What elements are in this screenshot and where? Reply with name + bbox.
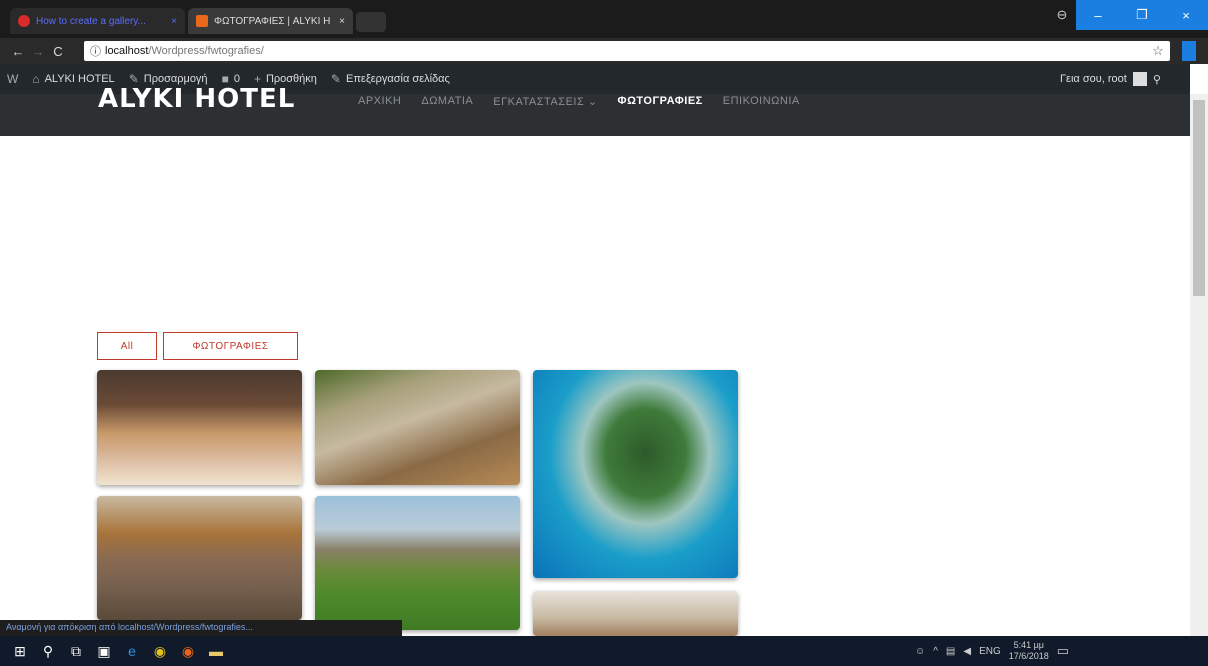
nav-contact[interactable]: ΕΠΙΚΟΙΝΩΝΙΑ [723,95,800,108]
windows-start-icon[interactable]: ⊞ [6,636,34,666]
tab-title: ΦΩΤΟΓΡΑΦΙΕΣ | ALYKI H [214,15,331,27]
browser-status-text: Αναμονή για απόκριση από localhost/Wordp… [0,620,402,636]
admin-search-icon[interactable]: ⚲ [1153,73,1161,86]
nav-home[interactable]: ΑΡΧΙΚΗ [358,95,401,108]
admin-edit-page[interactable]: ✎ Επεξεργασία σελίδας [324,72,457,86]
pencil-icon: ✎ [330,72,341,86]
filter-photos-button[interactable]: ΦΩΤΟΓΡΑΦΙΕΣ [163,332,298,360]
notifications-icon[interactable]: ▭ [1057,643,1069,659]
task-view-icon[interactable]: ⧉ [62,636,90,666]
close-window-button[interactable]: × [1164,0,1208,30]
minimize-button[interactable]: – [1076,0,1120,30]
system-tray: ☺ ^ ▤ ◀ ENG 5:41 μμ 17/6/2018 ▭ [915,636,1069,666]
chrome-icon[interactable]: ◉ [146,636,174,666]
browser-tab[interactable]: How to create a gallery... × [10,8,185,34]
tab-close-icon[interactable]: × [171,16,177,27]
edge-icon[interactable]: e [118,636,146,666]
dashboard-icon: ⌂ [32,72,40,86]
site-logo[interactable]: ALYKI HOTEL [98,84,295,114]
network-icon[interactable]: ▤ [946,646,955,657]
gallery-image-coastal-landscape[interactable] [315,496,520,630]
wp-logo-icon[interactable]: W [0,72,25,86]
store-icon[interactable]: ▣ [90,636,118,666]
site-favicon-icon [196,15,208,27]
language-indicator[interactable]: ENG [979,646,1001,657]
new-tab-button[interactable] [356,12,386,32]
youtube-favicon-icon [18,15,30,27]
tab-close-icon[interactable]: × [339,16,345,27]
reload-icon[interactable]: C [48,44,68,59]
maximize-button[interactable]: ❐ [1120,0,1164,30]
address-bar[interactable]: ⓘ localhost /Wordpress/fwtografies/ [84,41,1170,61]
filter-all-button[interactable]: All [97,332,157,360]
file-explorer-icon[interactable]: ▬ [202,636,230,666]
site-info-icon[interactable]: ⓘ [90,43,101,59]
gallery-image-room-interior[interactable] [533,591,738,636]
back-icon[interactable]: ← [8,44,28,59]
tray-overflow-icon[interactable]: ^ [933,646,938,657]
search-icon[interactable]: ⚲ [34,636,62,666]
url-path: /Wordpress/fwtografies/ [148,45,264,57]
admin-account[interactable]: Γεια σου, root ⚲ [1060,64,1161,94]
nav-photos[interactable]: ΦΩΤΟΓΡΑΦΙΕΣ [618,95,703,108]
gallery-image-outdoor-dining[interactable] [315,370,520,485]
avatar [1132,72,1147,86]
browser-menu-button[interactable] [1182,41,1196,61]
url-host: localhost [105,45,149,57]
gallery-image-restaurant[interactable] [97,370,302,485]
admin-greeting: Γεια σου, root [1060,73,1127,85]
tab-title: How to create a gallery... [36,15,146,27]
gallery-image-island-aerial[interactable] [533,370,738,578]
bookmark-star-icon[interactable]: ☆ [1148,41,1168,61]
browser-tab-active[interactable]: ΦΩΤΟΓΡΑΦΙΕΣ | ALYKI H × [188,8,353,34]
people-icon[interactable]: ☺ [915,646,925,657]
volume-icon[interactable]: ◀ [963,646,971,657]
firefox-icon[interactable]: ◉ [174,636,202,666]
nav-rooms[interactable]: ΔΩΜΑΤΙΑ [421,95,473,108]
gallery-image-hotel-room[interactable] [97,496,302,620]
nav-facilities[interactable]: ΕΓΚΑΤΑΣΤΑΣΕΙΣ ⌄ [493,95,597,108]
clock[interactable]: 5:41 μμ 17/6/2018 [1009,640,1049,662]
scrollbar-thumb[interactable] [1193,100,1205,296]
forward-icon[interactable]: → [28,44,48,59]
main-navigation: ΑΡΧΙΚΗ ΔΩΜΑΤΙΑ ΕΓΚΑΤΑΣΤΑΣΕΙΣ ⌄ ΦΩΤΟΓΡΑΦΙ… [358,95,800,108]
